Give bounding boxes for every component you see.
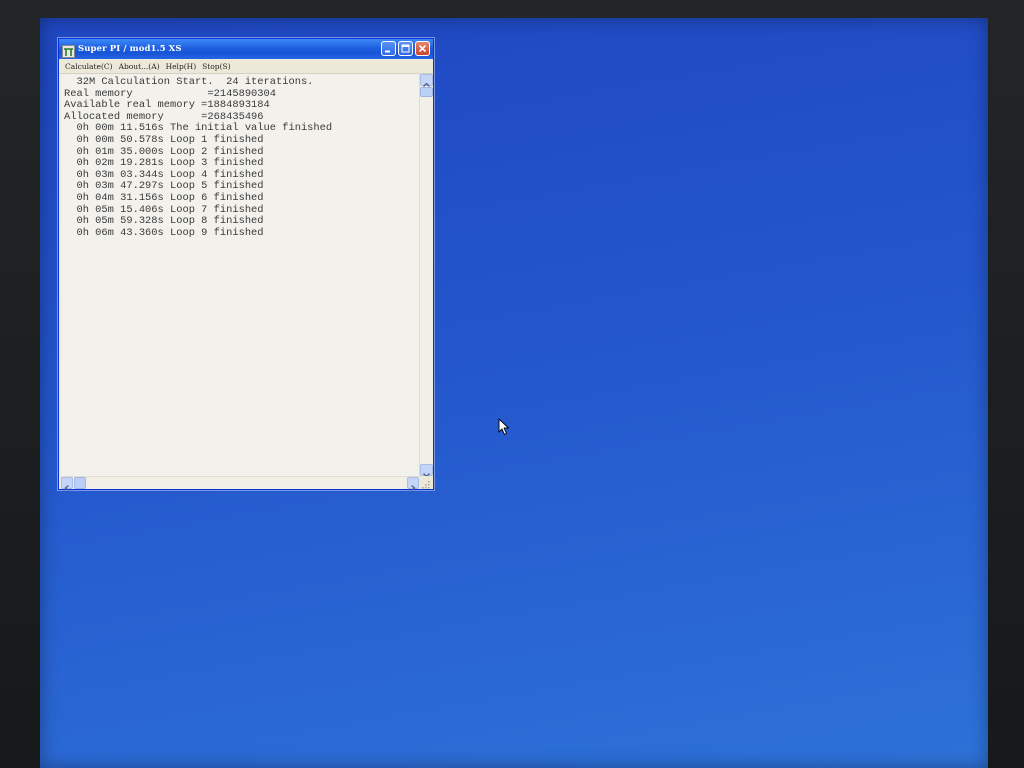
menu-about[interactable]: About...(A) xyxy=(119,62,160,71)
log-line: 0h 06m 43.360s Loop 9 finished xyxy=(64,226,264,239)
resize-grip-icon xyxy=(422,481,430,489)
log-line: 0h 00m 50.578s Loop 1 finished xyxy=(64,133,264,146)
close-icon xyxy=(418,44,427,53)
window-titlebar[interactable]: Super PI / mod1.5 XS xyxy=(59,39,433,59)
horizontal-scrollbar[interactable] xyxy=(61,476,419,491)
log-line: 0h 02m 19.281s Loop 3 finished xyxy=(64,157,264,170)
log-line: 32M Calculation Start. 24 iterations. xyxy=(64,76,314,88)
resize-grip[interactable] xyxy=(419,476,432,489)
log-output[interactable]: 32M Calculation Start. 24 iterations. Re… xyxy=(61,74,419,476)
minimize-button[interactable] xyxy=(381,41,396,56)
menu-bar: Calculate(C) About...(A) Help(H) Stop(S) xyxy=(59,59,433,74)
scroll-up-button[interactable] xyxy=(420,74,433,87)
mouse-pointer-icon xyxy=(498,418,510,436)
menu-calculate[interactable]: Calculate(C) xyxy=(65,62,113,71)
title-buttons xyxy=(381,41,430,56)
window-title: Super PI / mod1.5 XS xyxy=(78,44,182,54)
scroll-left-button[interactable] xyxy=(61,477,73,491)
menu-help[interactable]: Help(H) xyxy=(166,62,197,71)
scroll-right-button[interactable] xyxy=(407,477,419,491)
chevron-left-icon xyxy=(64,485,69,491)
vertical-scroll-thumb[interactable] xyxy=(420,87,433,97)
app-icon[interactable] xyxy=(62,43,75,58)
maximize-icon xyxy=(401,44,410,53)
scroll-down-button[interactable] xyxy=(420,464,433,478)
super-pi-window[interactable]: Super PI / mod1.5 XS Calculate(C) About.… xyxy=(58,38,434,491)
minimize-icon xyxy=(385,50,390,53)
close-button[interactable] xyxy=(415,41,430,56)
log-line: 0h 04m 31.156s Loop 6 finished xyxy=(64,191,264,204)
maximize-button[interactable] xyxy=(398,41,413,56)
log-line: 0h 05m 59.328s Loop 8 finished xyxy=(64,215,264,228)
horizontal-scroll-thumb[interactable] xyxy=(74,477,86,489)
menu-stop[interactable]: Stop(S) xyxy=(202,62,230,71)
vertical-scrollbar[interactable] xyxy=(419,74,433,478)
chevron-right-icon xyxy=(411,485,416,491)
